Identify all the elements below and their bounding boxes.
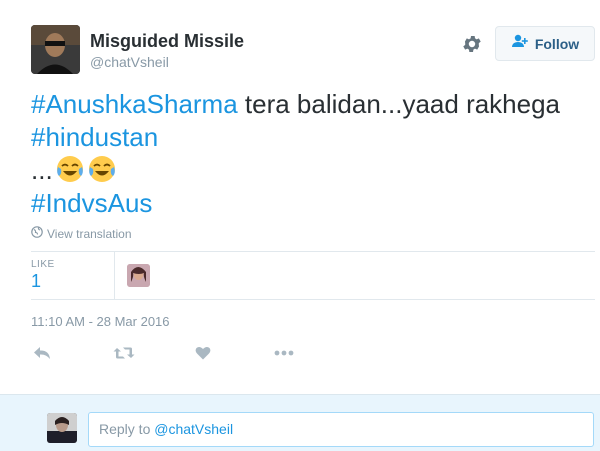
reply-mention: @chatVsheil (154, 421, 234, 437)
view-translation-link[interactable]: View translation (31, 226, 132, 241)
tweet-text-segment: tera balidan...yaad rakhega (237, 89, 561, 119)
liker-avatar[interactable] (127, 264, 150, 287)
globe-icon (31, 226, 43, 241)
follow-button[interactable]: Follow (495, 26, 595, 61)
reply-prefix: Reply to (99, 421, 155, 437)
tears-of-joy-emoji (87, 154, 117, 184)
current-user-avatar (47, 413, 77, 443)
reply-icon[interactable] (30, 343, 54, 363)
like-stat-label: LIKE (31, 259, 55, 270)
user-handle[interactable]: @chatVsheil (90, 54, 169, 70)
hashtag-link[interactable]: #IndvsAus (31, 188, 152, 218)
stat-divider (114, 252, 115, 299)
tweet-timestamp[interactable]: 11:10 AM - 28 Mar 2016 (31, 314, 170, 329)
hashtag-link[interactable]: #hindustan (31, 122, 158, 152)
user-display-name[interactable]: Misguided Missile (90, 31, 244, 52)
reply-input[interactable]: Reply to @chatVsheil (88, 412, 594, 447)
hashtag-link[interactable]: #AnushkaSharma (31, 89, 238, 119)
follow-button-label: Follow (534, 35, 580, 52)
tweet-text: #AnushkaSharma tera balidan...yaad rakhe… (31, 88, 591, 220)
user-avatar[interactable] (31, 25, 80, 74)
heart-icon[interactable] (191, 343, 215, 363)
divider (31, 251, 595, 252)
reply-section: Reply to @chatVsheil (0, 394, 600, 451)
tears-of-joy-emoji (55, 154, 85, 184)
divider (31, 299, 595, 300)
gear-icon[interactable] (461, 33, 483, 55)
add-user-icon (511, 34, 529, 53)
view-translation-label: View translation (47, 226, 132, 241)
more-icon[interactable] (272, 343, 296, 363)
tweet-text-segment: ... (31, 155, 53, 185)
retweet-icon[interactable] (112, 343, 136, 363)
like-stat-count[interactable]: 1 (31, 271, 41, 292)
